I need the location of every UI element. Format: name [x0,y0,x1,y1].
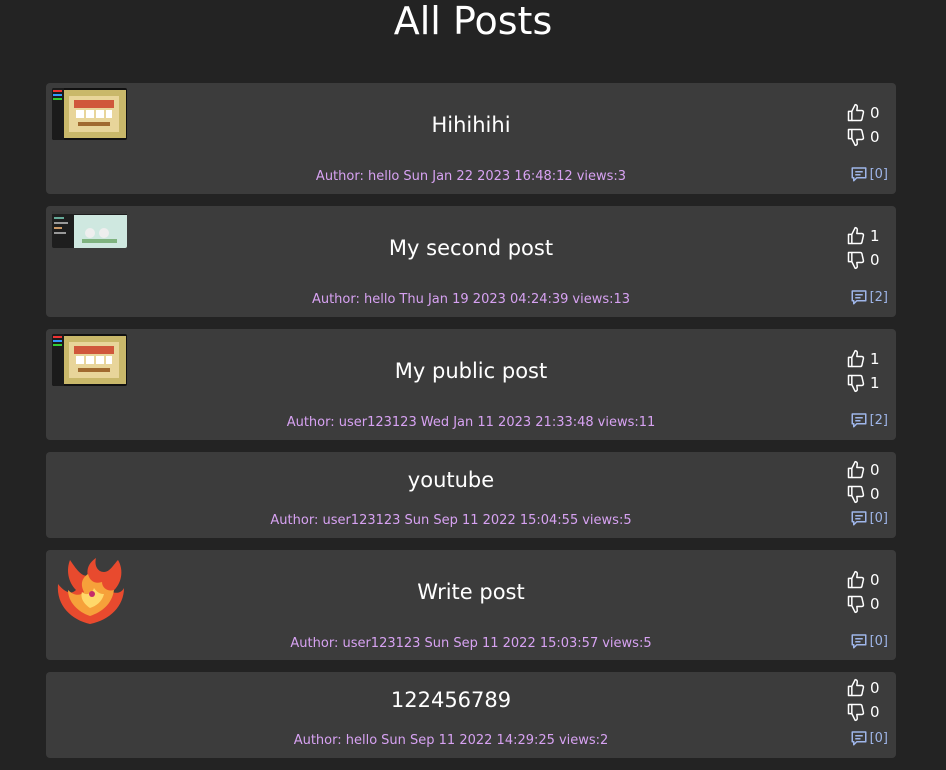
post-title[interactable]: My second post [46,236,896,260]
comment-icon [851,290,867,305]
post-title[interactable]: Write post [46,580,896,604]
comment-icon [851,413,867,428]
vote-box: 0 0 [846,676,882,724]
dislike-count: 0 [870,485,880,503]
post-card[interactable]: Write post Author: user123123 Sun Sep 11 … [46,550,896,660]
post-card[interactable]: 122456789 Author: hello Sun Sep 11 2022 1… [46,672,896,758]
post-views: views:2 [558,733,609,748]
page-title: All Posts [393,0,553,43]
post-meta: Author: user123123 Sun Sep 11 2022 15:03:… [46,636,896,651]
post-meta: Author: hello Sun Sep 11 2022 14:29:25 vie… [46,733,856,748]
post-card[interactable]: My public post Author: user123123 Wed Jan… [46,329,896,440]
post-date: Thu Jan 19 2023 04:24:39 [399,292,569,307]
dislike-button[interactable]: 1 [846,371,882,395]
post-author: Author: hello [311,292,396,307]
thumbs-up-icon [847,460,865,479]
vote-box: 0 0 [846,458,882,506]
post-author: Author: user123123 [290,636,421,651]
dislike-count: 0 [870,251,880,269]
post-meta: Author: user123123 Wed Jan 11 2023 21:33:… [46,415,896,430]
vote-box: 0 0 [846,101,882,149]
post-author: Author: hello [315,169,400,184]
post-views: views:13 [572,292,631,307]
dislike-count: 1 [870,374,880,392]
dislike-count: 0 [870,703,880,721]
post-meta: Author: hello Thu Jan 19 2023 04:24:39 vie… [46,292,896,307]
post-date: Sun Jan 22 2023 16:48:12 [403,169,573,184]
post-meta: Author: hello Sun Jan 22 2023 16:48:12 vie… [46,169,896,184]
post-date: Sun Sep 11 2022 15:03:57 [424,636,599,651]
like-count: 0 [870,679,880,697]
thumbs-down-icon [847,485,865,504]
like-count: 0 [870,104,880,122]
vote-box: 1 0 [846,224,882,272]
post-views: views:5 [582,513,632,528]
post-title[interactable]: My public post [46,359,896,383]
post-card[interactable]: My second post Author: hello Thu Jan 19 2… [46,206,896,317]
post-date: Sun Sep 11 2022 14:29:25 [381,733,555,748]
comments-link[interactable]: [0] [850,165,888,183]
like-button[interactable]: 1 [846,224,882,248]
comment-count: [2] [869,412,888,428]
dislike-button[interactable]: 0 [846,700,882,724]
comment-count: [0] [869,166,888,182]
comments-link[interactable]: [2] [850,411,888,429]
comment-icon [851,167,867,182]
post-views: views:5 [602,636,652,651]
thumbs-up-icon [847,226,865,245]
comments-link[interactable]: [0] [850,509,888,527]
dislike-button[interactable]: 0 [846,125,882,149]
post-author: Author: user123123 [270,513,401,528]
thumbs-down-icon [847,128,865,147]
comments-link[interactable]: [2] [850,288,888,306]
comment-icon [851,634,867,649]
thumbs-down-icon [847,703,865,722]
dislike-button[interactable]: 0 [846,482,882,506]
like-button[interactable]: 0 [846,568,882,592]
comment-count: [0] [869,730,888,746]
comments-link[interactable]: [0] [850,632,888,650]
post-views: views:3 [576,169,627,184]
vote-box: 0 0 [846,568,882,616]
dislike-button[interactable]: 0 [846,248,882,272]
comment-icon [851,511,867,526]
like-count: 1 [870,227,880,245]
posts-list: Hihihihi Author: hello Sun Jan 22 2023 16… [46,83,896,770]
post-card[interactable]: Hihihihi Author: hello Sun Jan 22 2023 16… [46,83,896,194]
like-count: 0 [870,461,880,479]
like-button[interactable]: 1 [846,347,882,371]
vote-box: 1 1 [846,347,882,395]
comment-icon [851,731,867,746]
post-meta: Author: user123123 Sun Sep 11 2022 15:04:… [46,513,856,528]
dislike-count: 0 [870,128,880,146]
post-date: Sun Sep 11 2022 15:04:55 [404,513,579,528]
post-date: Wed Jan 11 2023 21:33:48 [420,415,594,430]
thumbs-up-icon [847,678,865,697]
like-count: 1 [870,350,880,368]
comment-count: [0] [869,510,888,526]
thumbs-up-icon [847,570,865,589]
like-count: 0 [870,571,880,589]
comment-count: [0] [869,633,888,649]
thumbs-up-icon [847,349,865,368]
thumbs-down-icon [847,251,865,270]
post-views: views:11 [597,415,656,430]
like-button[interactable]: 0 [846,101,882,125]
thumbs-up-icon [847,103,865,122]
post-card[interactable]: youtube Author: user123123 Sun Sep 11 202… [46,452,896,538]
comments-link[interactable]: [0] [850,729,888,747]
post-title[interactable]: youtube [46,468,856,492]
post-title[interactable]: Hihihihi [46,113,896,137]
post-author: Author: hello [293,733,378,748]
like-button[interactable]: 0 [846,458,882,482]
thumbs-down-icon [847,595,865,614]
post-author: Author: user123123 [286,415,417,430]
post-title[interactable]: 122456789 [46,688,856,712]
dislike-button[interactable]: 0 [846,592,882,616]
like-button[interactable]: 0 [846,676,882,700]
dislike-count: 0 [870,595,880,613]
comment-count: [2] [869,289,888,305]
thumbs-down-icon [847,374,865,393]
